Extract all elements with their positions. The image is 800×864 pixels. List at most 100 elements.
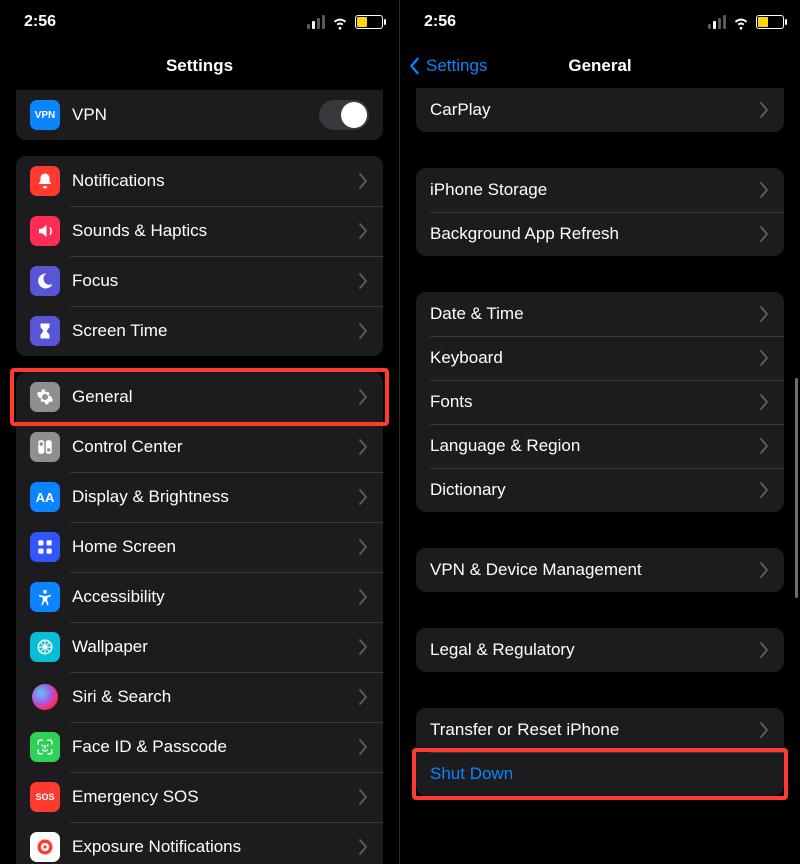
notifications-icon <box>30 166 60 196</box>
faceid-icon <box>30 732 60 762</box>
row-faceid[interactable]: Face ID & Passcode <box>16 722 383 772</box>
row-label: Sounds & Haptics <box>72 221 357 241</box>
chevron-right-icon <box>758 101 770 119</box>
chevron-right-icon <box>758 721 770 739</box>
row-label: Shut Down <box>430 764 770 784</box>
vpn-icon: VPN <box>30 100 60 130</box>
focus-icon <box>30 266 60 296</box>
sounds-icon <box>30 216 60 246</box>
nav-bar: Settings <box>0 44 399 88</box>
row-vpnmgmt[interactable]: VPN & Device Management <box>416 548 784 592</box>
row-label: Transfer or Reset iPhone <box>430 720 758 740</box>
row-label: Dictionary <box>430 480 758 500</box>
chevron-right-icon <box>357 272 369 290</box>
homescreen-icon <box>30 532 60 562</box>
row-langregion[interactable]: Language & Region <box>416 424 784 468</box>
chevron-right-icon <box>357 838 369 856</box>
row-notifications[interactable]: Notifications <box>16 156 383 206</box>
row-siri[interactable]: Siri & Search <box>16 672 383 722</box>
chevron-right-icon <box>758 437 770 455</box>
row-display[interactable]: AADisplay & Brightness <box>16 472 383 522</box>
row-label: Siri & Search <box>72 687 357 707</box>
row-storage[interactable]: iPhone Storage <box>416 168 784 212</box>
chevron-right-icon <box>758 305 770 323</box>
row-label: Legal & Regulatory <box>430 640 758 660</box>
row-label: Emergency SOS <box>72 787 357 807</box>
row-label: Display & Brightness <box>72 487 357 507</box>
row-general[interactable]: General <box>16 372 383 422</box>
wifi-icon <box>331 13 349 31</box>
row-label: iPhone Storage <box>430 180 758 200</box>
chevron-right-icon <box>357 588 369 606</box>
chevron-right-icon <box>357 388 369 406</box>
vpn-toggle[interactable] <box>319 100 369 130</box>
row-label: Date & Time <box>430 304 758 324</box>
chevron-right-icon <box>357 788 369 806</box>
page-title: General <box>568 56 631 76</box>
chevron-left-icon <box>406 57 424 75</box>
row-label: General <box>72 387 357 407</box>
chevron-right-icon <box>357 688 369 706</box>
general-icon <box>30 382 60 412</box>
chevron-right-icon <box>357 322 369 340</box>
row-label: Keyboard <box>430 348 758 368</box>
row-fonts[interactable]: Fonts <box>416 380 784 424</box>
row-sos[interactable]: SOS Emergency SOS <box>16 772 383 822</box>
row-controlcenter[interactable]: Control Center <box>16 422 383 472</box>
row-dictionary[interactable]: Dictionary <box>416 468 784 512</box>
general-screen: 2:56 Settings General CarPlay iPhone Sto… <box>400 0 800 864</box>
row-sounds[interactable]: Sounds & Haptics <box>16 206 383 256</box>
siri-icon <box>30 682 60 712</box>
chevron-right-icon <box>357 738 369 756</box>
row-datetime[interactable]: Date & Time <box>416 292 784 336</box>
nav-bar: Settings General <box>400 44 800 88</box>
row-legal[interactable]: Legal & Regulatory <box>416 628 784 672</box>
back-button[interactable]: Settings <box>406 56 487 76</box>
chevron-right-icon <box>357 172 369 190</box>
status-time: 2:56 <box>424 13 456 31</box>
row-wallpaper[interactable]: Wallpaper <box>16 622 383 672</box>
row-label: Focus <box>72 271 357 291</box>
screentime-icon <box>30 316 60 346</box>
page-title: Settings <box>166 56 233 76</box>
row-transfer[interactable]: Transfer or Reset iPhone <box>416 708 784 752</box>
row-exposure[interactable]: Exposure Notifications <box>16 822 383 864</box>
row-label: Fonts <box>430 392 758 412</box>
chevron-right-icon <box>357 222 369 240</box>
controlcenter-icon <box>30 432 60 462</box>
row-label: Accessibility <box>72 587 357 607</box>
chevron-right-icon <box>758 561 770 579</box>
wifi-icon <box>732 13 750 31</box>
row-vpn[interactable]: VPN VPN <box>16 90 383 140</box>
row-label: VPN & Device Management <box>430 560 758 580</box>
row-label: Wallpaper <box>72 637 357 657</box>
row-bgrefresh[interactable]: Background App Refresh <box>416 212 784 256</box>
exposure-icon <box>30 832 60 862</box>
row-label: Background App Refresh <box>430 224 758 244</box>
chevron-right-icon <box>758 225 770 243</box>
chevron-right-icon <box>758 641 770 659</box>
settings-list[interactable]: VPN VPN Notifications Sounds & Haptics Foc… <box>0 88 399 864</box>
status-time: 2:56 <box>24 13 56 31</box>
scroll-indicator[interactable] <box>795 378 798 598</box>
battery-icon <box>355 15 383 29</box>
row-accessibility[interactable]: Accessibility <box>16 572 383 622</box>
row-shutdown[interactable]: Shut Down <box>416 752 784 796</box>
row-label: Language & Region <box>430 436 758 456</box>
sos-icon: SOS <box>30 782 60 812</box>
row-homescreen[interactable]: Home Screen <box>16 522 383 572</box>
row-screentime[interactable]: Screen Time <box>16 306 383 356</box>
chevron-right-icon <box>758 481 770 499</box>
status-bar: 2:56 <box>0 0 399 44</box>
chevron-right-icon <box>357 638 369 656</box>
row-keyboard[interactable]: Keyboard <box>416 336 784 380</box>
cell-signal-icon <box>307 15 325 29</box>
general-list[interactable]: CarPlay iPhone Storage Background App Ref… <box>400 88 800 864</box>
row-focus[interactable]: Focus <box>16 256 383 306</box>
chevron-right-icon <box>357 438 369 456</box>
settings-screen: 2:56 Settings VPN VPN Notifications Sound… <box>0 0 400 864</box>
chevron-right-icon <box>357 538 369 556</box>
chevron-right-icon <box>357 488 369 506</box>
row-carplay[interactable]: CarPlay <box>416 88 784 132</box>
wallpaper-icon <box>30 632 60 662</box>
